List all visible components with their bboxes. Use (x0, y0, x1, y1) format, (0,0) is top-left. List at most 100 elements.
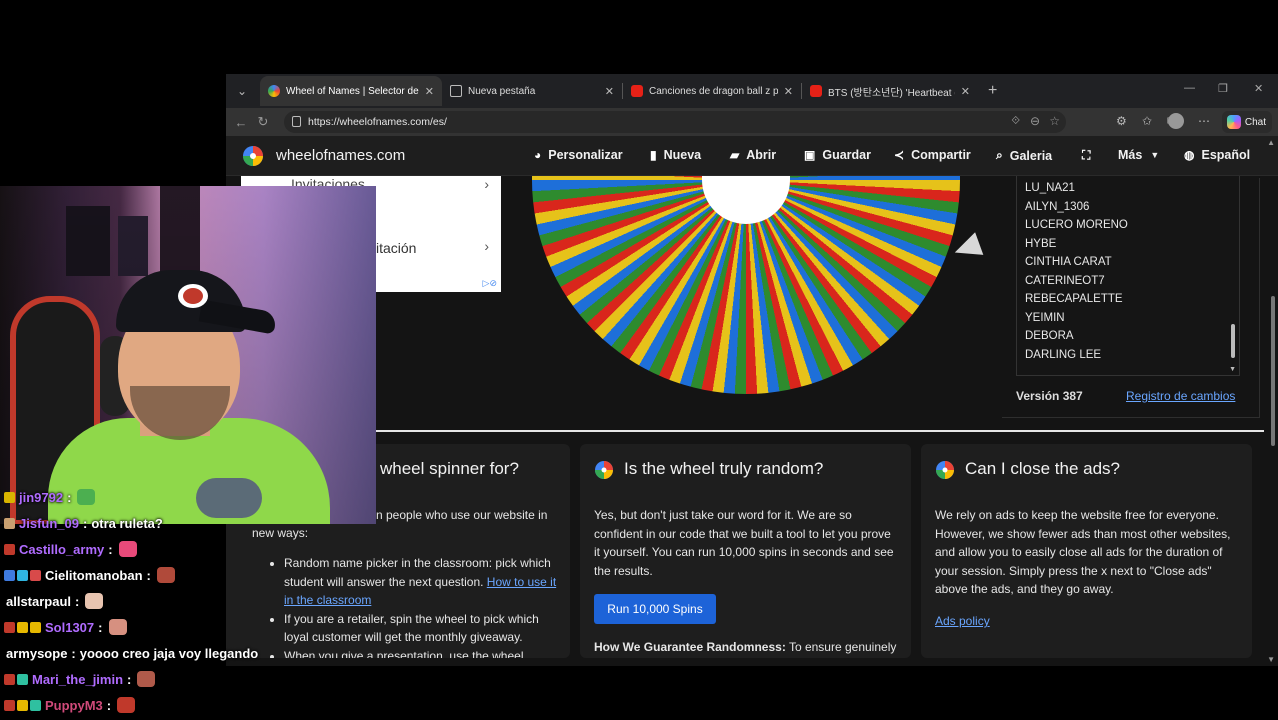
chat-badge-icon (17, 569, 28, 581)
tracking-prevention-icon[interactable]: ⊖ (1030, 114, 1040, 128)
menu-guardar[interactable]: ▣ Guardar (804, 148, 871, 162)
list-item: LU_NA21 (1025, 182, 1075, 194)
chat-emote-icon (156, 567, 175, 583)
fullscreen-button[interactable]: ⛶ (1082, 148, 1097, 163)
menu-label: Español (1201, 148, 1251, 162)
url-field[interactable]: https://wheelofnames.com/es/ ⟐ ⊖ ☆ (284, 111, 1066, 133)
list-item: HYBE (1025, 237, 1057, 250)
globe-icon: ◍ (1184, 148, 1195, 162)
tab-title: Canciones de dragon ball z peleas (649, 85, 778, 97)
youtube-favicon-icon (631, 85, 643, 97)
faq-intro: n people who use our website in (376, 508, 548, 522)
chat-separator: : (75, 593, 80, 609)
chat-badge-icon (30, 569, 41, 581)
menu-galeria[interactable]: ⌕ Galeria (996, 148, 1052, 163)
youtube-favicon-icon (810, 85, 822, 97)
menu-language[interactable]: ◍ Español (1184, 148, 1250, 162)
chat-label: Chat (1244, 116, 1266, 128)
close-tab-icon[interactable]: ✕ (784, 85, 793, 98)
adchoices-icon[interactable]: ▷⊘ (483, 278, 497, 289)
chat-username[interactable]: PuppyM3 (45, 698, 103, 713)
url-text: https://wheelofnames.com/es/ (308, 116, 447, 128)
minimize-icon[interactable]: — (1184, 82, 1195, 94)
new-file-icon: ▮ (650, 148, 657, 162)
list-item: CATERINEOT7 (1025, 274, 1105, 287)
back-arrow-icon[interactable]: ← (230, 115, 252, 130)
changelog-link[interactable]: Registro de cambios (1126, 389, 1235, 403)
reload-icon[interactable]: ↻ (252, 114, 274, 130)
browser-window: ⌄ Wheel of Names | Selector de nom ✕ Nue… (226, 74, 1278, 666)
list-item: AILYN_1306 (1025, 200, 1090, 213)
tab-wheel-of-names[interactable]: Wheel of Names | Selector de nom ✕ (260, 76, 442, 106)
chat-username[interactable]: jin9792 (19, 490, 63, 505)
webcam-feed (0, 186, 376, 524)
menu-personalizar[interactable]: ◕ Personalizar (534, 148, 623, 162)
chat-emote-icon (117, 697, 136, 713)
menu-label: Abrir (746, 148, 777, 162)
restore-icon[interactable]: ❐ (1218, 82, 1228, 95)
site-brand[interactable]: wheelofnames.com (276, 147, 405, 164)
menu-nueva[interactable]: ▮ Nueva (650, 148, 701, 162)
new-tab-plus-icon[interactable]: + (988, 82, 1008, 100)
chat-message: Jisfun_09: otra ruleta? (4, 512, 163, 534)
search-icon: ⌕ (996, 148, 1003, 162)
menu-compartir[interactable]: ≺ Compartir (894, 148, 971, 162)
tab-actions-chevron-icon[interactable]: ⌄ (228, 77, 256, 105)
wheel-logo-icon[interactable] (242, 145, 268, 167)
list-item: REBECAPALETTE (1025, 293, 1123, 305)
copilot-chat-button[interactable]: Chat (1222, 111, 1272, 133)
run-spins-button[interactable]: Run 10,000 Spins (594, 594, 716, 624)
favorites-icon[interactable]: ✩ (1142, 114, 1152, 128)
ads-policy-link[interactable]: Ads policy (935, 614, 990, 628)
chevron-right-icon[interactable]: › (484, 238, 489, 254)
faq-body: We rely on ads to keep the website free … (935, 508, 1231, 596)
scroll-up-arrow-icon[interactable]: ▲ (1267, 138, 1275, 147)
version-label: Versión 387 (1016, 389, 1083, 403)
close-tab-icon[interactable]: ✕ (961, 85, 970, 98)
close-tab-icon[interactable]: ✕ (425, 85, 434, 98)
randomness-paragraph: How We Guarantee Randomness: To ensure g… (594, 638, 900, 658)
chevron-right-icon[interactable]: › (484, 176, 489, 192)
chat-badge-icon (4, 517, 15, 529)
chat-username[interactable]: Castillo_army (19, 542, 104, 557)
favorite-star-icon[interactable]: ☆ (1049, 114, 1060, 128)
menu-abrir[interactable]: ▰ Abrir (730, 148, 776, 162)
profile-avatar[interactable] (1168, 113, 1184, 129)
chat-username[interactable]: Mari_the_jimin (32, 672, 123, 687)
chat-username[interactable]: armysope (6, 646, 67, 661)
chat-badge-icon (4, 699, 15, 711)
chat-badge-icon (30, 699, 41, 711)
names-scrollbar-thumb[interactable] (1231, 324, 1235, 358)
names-list[interactable]: LU_NA21 AILYN_1306 LUCERO MORENO HYBE CI… (1016, 176, 1240, 376)
close-tab-icon[interactable]: ✕ (605, 85, 614, 98)
tab-dragon-ball[interactable]: Canciones de dragon ball z peleas ✕ (623, 76, 801, 106)
extensions-icon[interactable]: ⚙ (1116, 114, 1127, 128)
cap-logo (178, 284, 208, 308)
scroll-down-arrow-icon[interactable]: ▼ (1267, 655, 1275, 664)
chat-message: Castillo_army: (4, 538, 137, 560)
list-item: YEIMIN (1025, 311, 1065, 324)
tab-title: BTS (방탄소년단) 'Heartbeat (BTS W (828, 87, 955, 99)
tab-bts[interactable]: BTS (방탄소년단) 'Heartbeat (BTS W ✕ (802, 76, 978, 106)
chat-username[interactable]: Jisfun_09 (19, 516, 79, 531)
menu-mas[interactable]: Más ▼ (1118, 148, 1159, 162)
translate-icon[interactable]: ⟐ (1011, 115, 1020, 128)
chat-username[interactable]: allstarpaul (6, 594, 71, 609)
fullscreen-icon: ⛶ (1082, 148, 1091, 162)
page-scrollbar-thumb[interactable] (1271, 296, 1275, 446)
chat-badge-icon (4, 673, 15, 685)
chat-emote-icon (77, 489, 96, 505)
scroll-down-arrow-icon[interactable]: ▼ (1229, 366, 1236, 373)
folder-icon: ▰ (730, 148, 740, 162)
chat-emote-icon (108, 619, 127, 635)
chat-username[interactable]: Sol1307 (45, 620, 94, 635)
menu-label: Más (1118, 148, 1143, 162)
close-window-icon[interactable]: ✕ (1254, 82, 1263, 95)
caret-down-icon: ▼ (1150, 150, 1160, 160)
site-info-icon[interactable] (292, 116, 301, 127)
chat-message: Cielitomanoban: (4, 564, 175, 586)
tab-new-tab[interactable]: Nueva pestaña ✕ (442, 76, 622, 106)
more-menu-icon[interactable]: ⋯ (1198, 114, 1210, 128)
copilot-icon (1227, 115, 1241, 129)
chat-username[interactable]: Cielitomanoban (45, 568, 143, 583)
